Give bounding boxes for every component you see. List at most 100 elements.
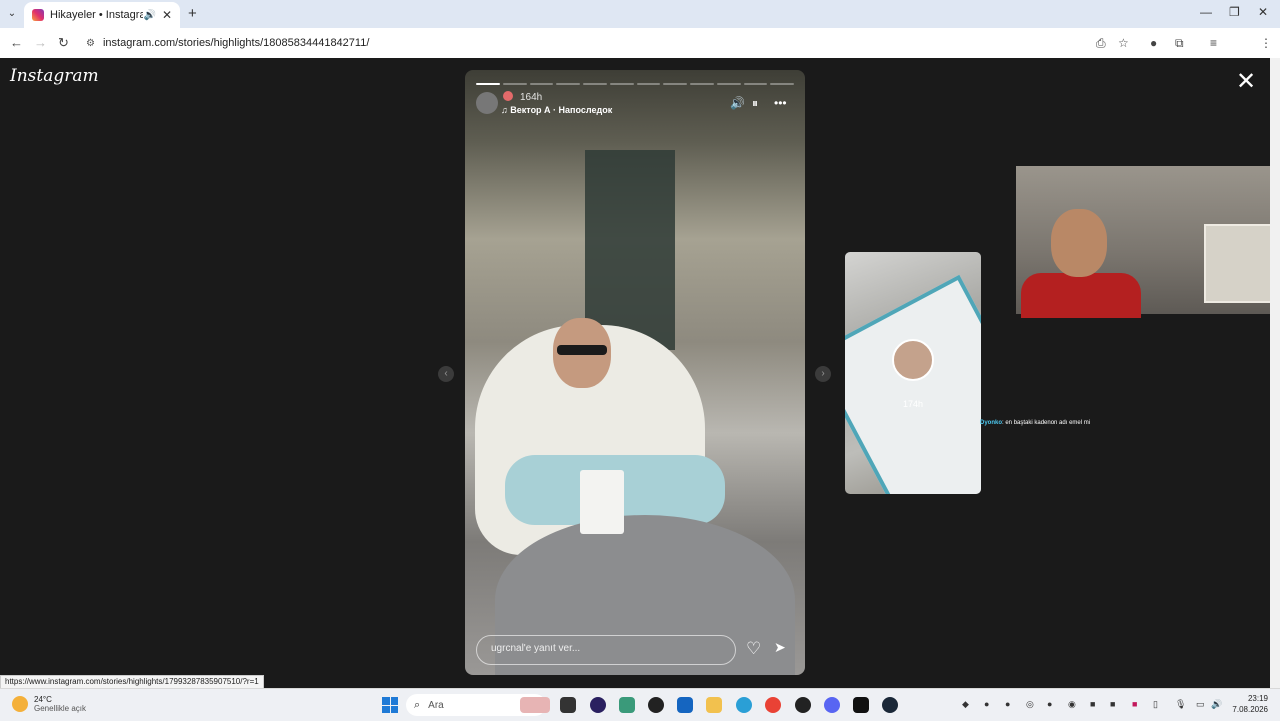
stream-chat-message: Dyonko: en baştaki kadenon adı emel mi bbox=[980, 420, 1090, 426]
chrome-browser-icon[interactable] bbox=[765, 697, 781, 713]
tray-icon[interactable]: ● bbox=[1005, 699, 1010, 709]
story-progress-segment bbox=[556, 83, 580, 85]
install-icon[interactable]: ⎙ bbox=[1096, 36, 1106, 51]
tab-list-button[interactable]: ⌄ bbox=[4, 6, 20, 22]
story-photo-door bbox=[585, 150, 675, 350]
reply-box bbox=[476, 635, 736, 665]
speaker-icon[interactable]: 🔊 bbox=[143, 10, 155, 21]
app-icon[interactable] bbox=[619, 697, 635, 713]
forward-button[interactable]: → bbox=[34, 35, 47, 50]
tray-icon[interactable]: ◉ bbox=[1068, 699, 1076, 710]
widgets-app-icon[interactable] bbox=[520, 697, 550, 713]
story-progress-segment bbox=[609, 83, 634, 85]
minimize-button[interactable]: — bbox=[1200, 5, 1212, 19]
extension-color-icon[interactable]: ● bbox=[1150, 36, 1157, 50]
search-icon: ⌕ bbox=[414, 698, 421, 711]
next-story-preview[interactable]: 174h bbox=[845, 252, 981, 494]
taskbar: 24°C Genellikle açık ⌕ Ara ◆ ● ● ◎ ● ◉ ■… bbox=[0, 688, 1280, 721]
window-close-button[interactable]: ✕ bbox=[1258, 5, 1268, 19]
webcam-person-shirt bbox=[1021, 273, 1141, 318]
obs-app-icon[interactable] bbox=[590, 697, 606, 713]
weather-sun-icon bbox=[12, 696, 28, 712]
url-text: instagram.com/stories/highlights/1808583… bbox=[102, 37, 370, 49]
story-music-text: Вектор А · Напоследок bbox=[510, 105, 613, 115]
webcam-overlay bbox=[1016, 166, 1280, 318]
like-heart-icon[interactable]: ♡ bbox=[746, 639, 761, 659]
steam-icon[interactable] bbox=[882, 697, 898, 713]
chat-username: Dyonko bbox=[980, 420, 1003, 426]
media-icon[interactable]: ≡ bbox=[1210, 36, 1217, 50]
story-progress-segment bbox=[636, 83, 661, 85]
instagram-favicon-icon bbox=[32, 9, 44, 21]
start-button[interactable] bbox=[382, 697, 398, 713]
chat-text: : en baştaki kadenon adı emel mi bbox=[1002, 420, 1091, 426]
maximize-button[interactable]: ❐ bbox=[1229, 5, 1240, 19]
story-progress-segment bbox=[476, 83, 500, 85]
tray-icon[interactable]: ■ bbox=[1132, 699, 1137, 709]
story-progress-bar bbox=[476, 83, 794, 85]
app-icon-dark[interactable] bbox=[648, 697, 664, 713]
task-view-icon[interactable] bbox=[560, 697, 576, 713]
media-player-icon[interactable] bbox=[795, 697, 811, 713]
tray-icon[interactable]: ◎ bbox=[1026, 699, 1034, 710]
send-icon[interactable]: ➤ bbox=[774, 639, 786, 656]
extensions-icon[interactable]: ⧉ bbox=[1175, 36, 1184, 51]
menu-icon[interactable]: ⋮ bbox=[1260, 36, 1272, 50]
status-bar-url: https://www.instagram.com/stories/highli… bbox=[0, 675, 264, 689]
story-progress-segment bbox=[743, 83, 768, 85]
active-story[interactable]: 164h ♫ Вектор А · Напоследок 🔊 ⏸ ••• ♡ ➤ bbox=[465, 70, 805, 675]
instagram-logo[interactable]: Instagram bbox=[10, 66, 99, 86]
story-progress-segment bbox=[529, 83, 554, 85]
tray-icon[interactable]: ● bbox=[1047, 699, 1052, 709]
weather-description: Genellikle açık bbox=[34, 704, 87, 713]
microphone-icon[interactable]: 🎙 bbox=[1175, 699, 1186, 710]
story-progress-segment bbox=[502, 83, 527, 85]
site-settings-icon[interactable]: ⚙ bbox=[86, 38, 95, 49]
battery-icon[interactable]: ▯ bbox=[1153, 699, 1158, 710]
clock-time: 23:19 bbox=[1247, 694, 1268, 703]
mute-button[interactable]: 🔊 bbox=[730, 96, 745, 110]
url-bar[interactable]: ⚙ instagram.com/stories/highlights/18085… bbox=[86, 32, 1136, 54]
previous-story-button[interactable]: ‹ bbox=[438, 366, 454, 382]
instagram-stories-page: Instagram ✕ ‹ 164h ♫ Вектор А · Напослед… bbox=[0, 58, 1280, 688]
page-scrollbar[interactable] bbox=[1270, 58, 1280, 688]
back-button[interactable]: ← bbox=[10, 35, 23, 50]
story-photo-cup bbox=[580, 470, 624, 534]
reload-button[interactable]: ↻ bbox=[58, 35, 69, 51]
new-tab-button[interactable]: + bbox=[188, 5, 197, 22]
next-story-photo-paper bbox=[845, 274, 981, 494]
tab-title: Hikayeler • Instagram bbox=[50, 9, 144, 21]
tray-icon[interactable]: ■ bbox=[1090, 699, 1095, 709]
reply-input[interactable] bbox=[489, 642, 723, 655]
more-options-button[interactable]: ••• bbox=[774, 96, 787, 110]
story-progress-segment bbox=[663, 83, 687, 85]
taskbar-clock[interactable]: 23:19 7.08.2026 bbox=[1228, 693, 1268, 715]
story-music-label[interactable]: ♫ Вектор А · Напоследок bbox=[501, 105, 612, 115]
discord-icon[interactable] bbox=[824, 697, 840, 713]
star-icon[interactable]: ☆ bbox=[1118, 36, 1129, 50]
file-explorer-icon[interactable] bbox=[706, 697, 722, 713]
tab-instagram-stories[interactable]: Hikayeler • Instagram 🔊 ✕ bbox=[24, 2, 180, 28]
story-progress-segment bbox=[690, 83, 714, 85]
tab-close-button[interactable]: ✕ bbox=[162, 8, 172, 22]
weather-temperature: 24°C bbox=[34, 695, 52, 704]
story-author-avatar[interactable] bbox=[476, 92, 498, 114]
webcam-person-face bbox=[1051, 209, 1107, 277]
edge-browser-icon[interactable] bbox=[736, 697, 752, 713]
story-progress-segment bbox=[770, 83, 794, 85]
pause-button[interactable]: ⏸ bbox=[752, 96, 758, 111]
weather-widget[interactable]: 24°C Genellikle açık bbox=[12, 695, 86, 713]
story-emoji-icon bbox=[503, 91, 513, 101]
tray-icon[interactable]: ● bbox=[984, 699, 989, 709]
next-story-button[interactable]: › bbox=[815, 366, 831, 382]
tray-icon[interactable]: ◆ bbox=[962, 699, 969, 710]
volume-icon[interactable]: 🔊 bbox=[1211, 699, 1222, 710]
network-icon[interactable]: ▭ bbox=[1196, 699, 1205, 710]
story-progress-segment bbox=[583, 83, 607, 85]
tray-icon[interactable]: ■ bbox=[1110, 699, 1115, 709]
close-stories-button[interactable]: ✕ bbox=[1236, 70, 1256, 94]
store-app-icon[interactable] bbox=[677, 697, 693, 713]
address-toolbar: ← → ↻ ⚙ instagram.com/stories/highlights… bbox=[0, 28, 1280, 77]
epic-games-icon[interactable] bbox=[853, 697, 869, 713]
search-placeholder: Ara bbox=[428, 699, 444, 711]
